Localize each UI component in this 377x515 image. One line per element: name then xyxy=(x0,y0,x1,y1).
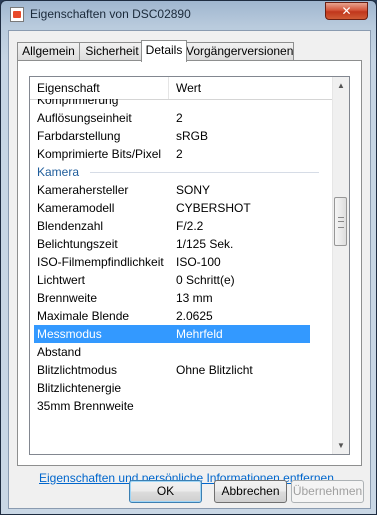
table-row[interactable]: Kameramodell CYBERSHOT xyxy=(30,199,333,217)
apply-button[interactable]: Übernehmen xyxy=(291,480,364,503)
property-name: Blendenzahl xyxy=(37,219,104,233)
table-row[interactable]: Blitzlichtenergie xyxy=(30,379,333,397)
property-name: Blitzlichtmodus xyxy=(37,363,118,377)
scroll-down-icon[interactable]: ▼ xyxy=(333,437,349,454)
property-name: Messmodus xyxy=(37,327,102,341)
property-name: Auflösungseinheit xyxy=(37,111,132,125)
property-name: Farbdarstellung xyxy=(37,129,121,143)
table-row[interactable]: Abstand xyxy=(30,343,333,361)
cancel-button[interactable]: Abbrechen xyxy=(214,480,287,503)
table-row[interactable]: Maximale Blende 2.0625 xyxy=(30,307,333,325)
close-button[interactable]: ✕ xyxy=(325,2,368,20)
property-value: Ohne Blitzlicht xyxy=(176,363,253,377)
property-name: Abstand xyxy=(37,345,82,359)
scroll-up-icon[interactable]: ▲ xyxy=(333,77,349,94)
property-name: ISO-Filmempfindlichkeit xyxy=(37,255,164,269)
table-row[interactable]: Brennweite 13 mm xyxy=(30,289,333,307)
group-label: Kamera xyxy=(37,165,80,179)
details-panel: Eigenschaft Wert Komprimierung Auflösung… xyxy=(17,60,362,485)
property-name: Maximale Blende xyxy=(37,309,130,323)
properties-window: Eigenschaften von DSC02890 ✕ Allgemein S… xyxy=(0,0,377,515)
table-row[interactable]: Auflösungseinheit 2 xyxy=(30,109,333,127)
property-name: Komprimierte Bits/Pixel xyxy=(37,147,162,161)
property-name: Lichtwert xyxy=(37,273,86,287)
grip-icon xyxy=(338,217,344,228)
list-header: Eigenschaft Wert xyxy=(30,77,333,100)
property-name: Brennweite xyxy=(37,291,98,305)
window-title: Eigenschaften von DSC02890 xyxy=(30,7,191,21)
table-row[interactable]: Komprimierung xyxy=(30,99,333,109)
tab-sicherheit[interactable]: Sicherheit xyxy=(79,42,145,60)
table-row[interactable]: Blitzlichtmodus Ohne Blitzlicht xyxy=(30,361,333,379)
table-row[interactable]: ISO-Filmempfindlichkeit ISO-100 xyxy=(30,253,333,271)
property-value: ISO-100 xyxy=(176,255,221,269)
property-value: 13 mm xyxy=(176,291,213,305)
group-divider xyxy=(90,172,319,173)
property-value: 2 xyxy=(176,111,183,125)
image-file-icon xyxy=(10,7,24,22)
property-list[interactable]: Eigenschaft Wert Komprimierung Auflösung… xyxy=(29,76,350,455)
dialog-client: Allgemein Sicherheit Details Vorgängerve… xyxy=(8,30,371,509)
group-header-kamera: Kamera xyxy=(30,163,333,181)
table-row[interactable]: Kamerahersteller SONY xyxy=(30,181,333,199)
property-name: Blitzlichtenergie xyxy=(37,381,122,395)
title-bar[interactable]: Eigenschaften von DSC02890 ✕ xyxy=(1,1,376,29)
table-row[interactable]: Blendenzahl F/2.2 xyxy=(30,217,333,235)
property-value: CYBERSHOT xyxy=(176,201,251,215)
tab-allgemein[interactable]: Allgemein xyxy=(17,42,80,60)
property-value: 2 xyxy=(176,147,183,161)
property-value: sRGB xyxy=(176,129,209,143)
property-name: Komprimierung xyxy=(37,99,119,107)
table-row[interactable]: Belichtungszeit 1/125 Sek. xyxy=(30,235,333,253)
column-header-property[interactable]: Eigenschaft xyxy=(37,81,100,95)
property-value: F/2.2 xyxy=(176,219,204,233)
close-icon: ✕ xyxy=(341,4,352,18)
column-divider[interactable] xyxy=(168,77,169,99)
tab-vorgaengerversionen[interactable]: Vorgängerversionen xyxy=(185,42,294,60)
property-name: Kamerahersteller xyxy=(37,183,129,197)
vertical-scrollbar[interactable]: ▲ ▼ xyxy=(332,77,349,454)
tab-details[interactable]: Details xyxy=(141,40,187,62)
table-row[interactable]: 35mm Brennweite xyxy=(30,397,333,415)
table-row[interactable]: Farbdarstellung sRGB xyxy=(30,127,333,145)
scroll-thumb[interactable] xyxy=(334,197,347,246)
property-value: SONY xyxy=(176,183,211,197)
property-name: Kameramodell xyxy=(37,201,115,215)
table-row[interactable]: Lichtwert 0 Schritt(e) xyxy=(30,271,333,289)
property-value: 0 Schritt(e) xyxy=(176,273,235,287)
table-row-selected[interactable]: Messmodus Mehrfeld xyxy=(34,325,310,343)
property-value: 2.0625 xyxy=(176,309,213,323)
list-rows: Komprimierung Auflösungseinheit 2 Farbdar… xyxy=(30,99,333,454)
property-name: 35mm Brennweite xyxy=(37,399,134,413)
property-value: Mehrfeld xyxy=(176,327,223,341)
table-row[interactable]: Komprimierte Bits/Pixel 2 xyxy=(30,145,333,163)
ok-button[interactable]: OK xyxy=(129,480,202,503)
property-value: 1/125 Sek. xyxy=(176,237,234,251)
column-header-value[interactable]: Wert xyxy=(176,81,201,95)
property-name: Belichtungszeit xyxy=(37,237,118,251)
